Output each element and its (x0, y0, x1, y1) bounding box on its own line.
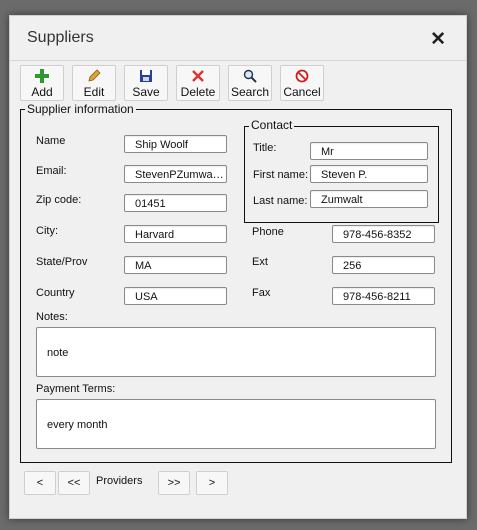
contact-legend: Contact (249, 118, 295, 132)
fax-label: Fax (252, 287, 271, 299)
title-label: Title: (253, 142, 277, 154)
zip-code-field[interactable]: 01451 (124, 194, 227, 212)
search-button[interactable]: Search (228, 65, 272, 101)
name-field[interactable]: Ship Woolf (124, 135, 227, 153)
delete-label: Delete (180, 85, 216, 99)
last-name-label: Last name: (253, 195, 308, 207)
phone-field[interactable]: 978-456-8352 (332, 225, 435, 243)
pencil-icon (73, 69, 115, 83)
floppy-disk-icon (125, 69, 167, 83)
edit-label: Edit (83, 85, 105, 99)
ext-label: Ext (252, 256, 268, 268)
dialog-titlebar: Suppliers ✕ (10, 16, 466, 61)
email-field[interactable]: StevenPZumwalt@example.com (124, 165, 227, 183)
first-name-field[interactable]: Steven P. (310, 165, 428, 183)
delete-button[interactable]: Delete (176, 65, 220, 101)
state-label: State/Prov (36, 256, 88, 268)
edit-button[interactable]: Edit (72, 65, 116, 101)
supplier-information-legend: Supplier information (25, 102, 136, 116)
payment-terms-label: Payment Terms: (36, 383, 116, 395)
fax-field[interactable]: 978-456-8211 (332, 287, 435, 305)
phone-label: Phone (252, 226, 284, 238)
no-entry-icon (281, 69, 323, 83)
first-name-label: First name: (253, 169, 309, 181)
city-field[interactable]: Harvard (124, 225, 227, 243)
last-name-field[interactable]: Zumwalt (310, 190, 428, 208)
next-button[interactable]: > (196, 471, 228, 495)
title-field[interactable]: Mr (310, 142, 428, 160)
previous-button[interactable]: < (24, 471, 56, 495)
cancel-button[interactable]: Cancel (280, 65, 324, 101)
name-label: Name (36, 135, 66, 147)
ext-field[interactable]: 256 (332, 256, 435, 274)
add-button[interactable]: Add (20, 65, 64, 101)
suppliers-dialog: Suppliers ✕ Add Edit Save Delete Search (9, 15, 467, 519)
notes-textarea[interactable]: note (36, 327, 436, 377)
country-field[interactable]: USA (124, 287, 227, 305)
last-button[interactable]: >> (158, 471, 190, 495)
city-label: City: (36, 225, 58, 237)
cancel-label: Cancel (283, 85, 321, 99)
country-label: Country (36, 287, 75, 299)
search-label: Search (230, 85, 270, 99)
save-label: Save (132, 85, 160, 99)
add-label: Add (31, 85, 53, 99)
payment-terms-textarea[interactable]: every month (36, 399, 436, 449)
x-delete-icon (177, 69, 219, 83)
plus-icon (21, 69, 63, 83)
email-label: Email: (36, 165, 67, 177)
pager-label: Providers (96, 475, 143, 487)
state-field[interactable]: MA (124, 256, 227, 274)
dialog-title: Suppliers (27, 29, 94, 46)
first-button[interactable]: << (58, 471, 90, 495)
zip-code-label: Zip code: (36, 194, 82, 206)
notes-label: Notes: (36, 311, 68, 323)
magnifier-icon (229, 69, 271, 83)
save-button[interactable]: Save (124, 65, 168, 101)
close-icon[interactable]: ✕ (430, 28, 446, 51)
